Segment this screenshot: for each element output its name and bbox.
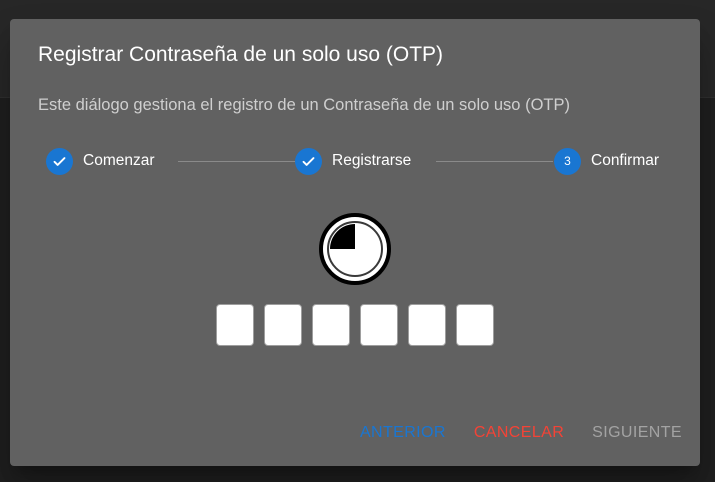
countdown-timer-icon <box>318 212 392 286</box>
dialog-title: Registrar Contraseña de un solo uso (OTP… <box>38 43 444 66</box>
cancel-button[interactable]: CANCELAR <box>474 424 564 442</box>
step-connector <box>178 161 296 162</box>
step-confirmar: 3 Confirmar <box>554 147 659 175</box>
otp-digit-input[interactable] <box>264 304 302 346</box>
dialog-actions: ANTERIOR CANCELAR SIGUIENTE <box>360 424 682 442</box>
otp-digit-input[interactable] <box>360 304 398 346</box>
step-label: Registrarse <box>332 152 412 169</box>
otp-digit-input[interactable] <box>456 304 494 346</box>
stepper: Comenzar Registrarse 3 Confirmar <box>46 147 666 175</box>
step-comenzar: Comenzar <box>46 147 155 175</box>
dialog-description: Este diálogo gestiona el registro de un … <box>38 96 570 114</box>
step-number-icon: 3 <box>554 147 581 175</box>
otp-digit-input[interactable] <box>408 304 446 346</box>
step-registrarse: Registrarse <box>295 147 411 175</box>
step-completed-check-icon <box>295 147 322 175</box>
back-button[interactable]: ANTERIOR <box>360 424 446 442</box>
step-label: Comenzar <box>83 152 155 169</box>
step-connector <box>436 161 553 162</box>
otp-input-group <box>216 304 494 346</box>
step-label: Confirmar <box>591 152 660 169</box>
step-completed-check-icon <box>46 147 73 175</box>
otp-registration-dialog: Registrar Contraseña de un solo uso (OTP… <box>10 19 700 466</box>
otp-digit-input[interactable] <box>312 304 350 346</box>
next-button[interactable]: SIGUIENTE <box>592 424 682 442</box>
otp-digit-input[interactable] <box>216 304 254 346</box>
